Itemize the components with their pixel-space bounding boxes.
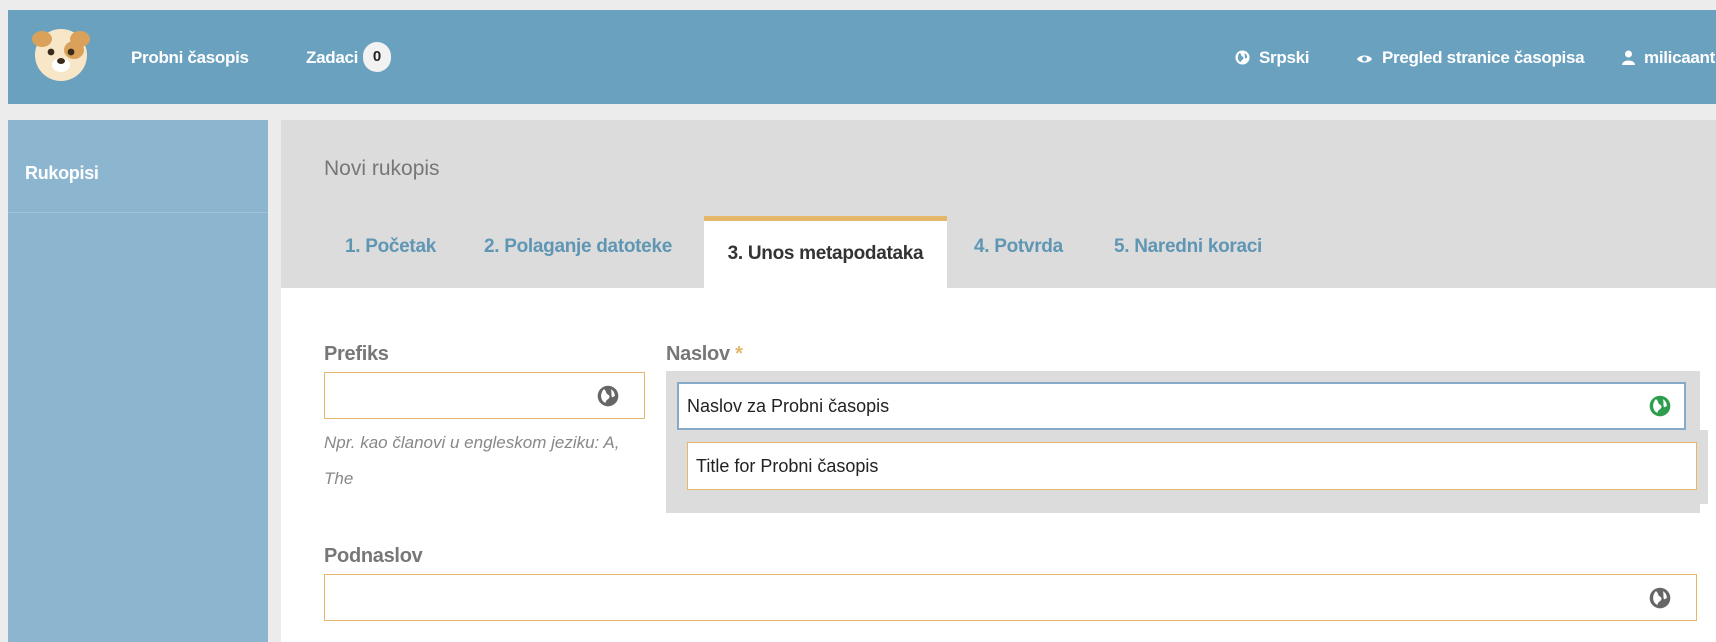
tasks-link[interactable]: Zadaci bbox=[306, 48, 358, 68]
subtitle-input[interactable] bbox=[325, 575, 1696, 620]
language-menu[interactable]: Srpski bbox=[1235, 48, 1309, 70]
tab-unos-metapodataka[interactable]: 3. Unos metapodataka bbox=[704, 216, 947, 288]
title-label-text: Naslov bbox=[666, 343, 730, 365]
journal-name-link[interactable]: Probni časopis bbox=[131, 48, 249, 68]
title-label: Naslov * bbox=[666, 343, 743, 366]
title-en-input[interactable] bbox=[688, 443, 1696, 489]
sidebar: Rukopisi bbox=[8, 120, 268, 642]
top-navbar: Probni časopis Zadaci 0 Srpski Pregled s… bbox=[8, 10, 1716, 104]
title-input[interactable] bbox=[679, 384, 1684, 428]
page-title: Novi rukopis bbox=[324, 157, 440, 180]
prefix-field[interactable] bbox=[324, 372, 645, 419]
sidebar-item-label: Rukopisi bbox=[25, 163, 99, 183]
view-site-label: Pregled stranice časopisa bbox=[1382, 48, 1585, 67]
title-en-field[interactable] bbox=[687, 442, 1697, 490]
tasks-count-badge: 0 bbox=[363, 42, 391, 72]
required-mark: * bbox=[735, 343, 743, 365]
view-site-link[interactable]: Pregled stranice časopisa bbox=[1356, 48, 1585, 70]
header-separator bbox=[8, 104, 1716, 119]
title-field[interactable] bbox=[677, 382, 1686, 430]
prefix-hint: Npr. kao članovi u engleskom jeziku: A, … bbox=[324, 433, 620, 488]
tab-pocetak[interactable]: 1. Početak bbox=[345, 236, 436, 258]
dog-logo-icon[interactable] bbox=[30, 22, 92, 84]
eye-icon bbox=[1356, 50, 1373, 70]
globe-icon bbox=[1235, 50, 1250, 70]
tab-naredni-koraci[interactable]: 5. Naredni koraci bbox=[1114, 236, 1262, 258]
language-label: Srpski bbox=[1259, 48, 1310, 67]
prefix-label: Prefiks bbox=[324, 343, 389, 365]
globe-icon[interactable] bbox=[597, 385, 619, 407]
subtitle-label: Podnaslov bbox=[324, 545, 423, 567]
tab-potvrda[interactable]: 4. Potvrda bbox=[974, 236, 1063, 258]
tab-polaganje-datoteke[interactable]: 2. Polaganje datoteke bbox=[484, 236, 672, 258]
globe-icon[interactable] bbox=[1649, 587, 1671, 609]
user-icon bbox=[1622, 50, 1635, 70]
multilingual-popover-edge bbox=[1696, 430, 1708, 504]
subtitle-field[interactable] bbox=[324, 574, 1697, 621]
sidebar-item-rukopisi[interactable]: Rukopisi bbox=[8, 120, 268, 213]
page-header bbox=[281, 120, 1716, 288]
globe-icon[interactable] bbox=[1649, 395, 1671, 417]
user-label: milicaant bbox=[1644, 48, 1715, 67]
user-menu[interactable]: milicaant bbox=[1622, 48, 1715, 70]
